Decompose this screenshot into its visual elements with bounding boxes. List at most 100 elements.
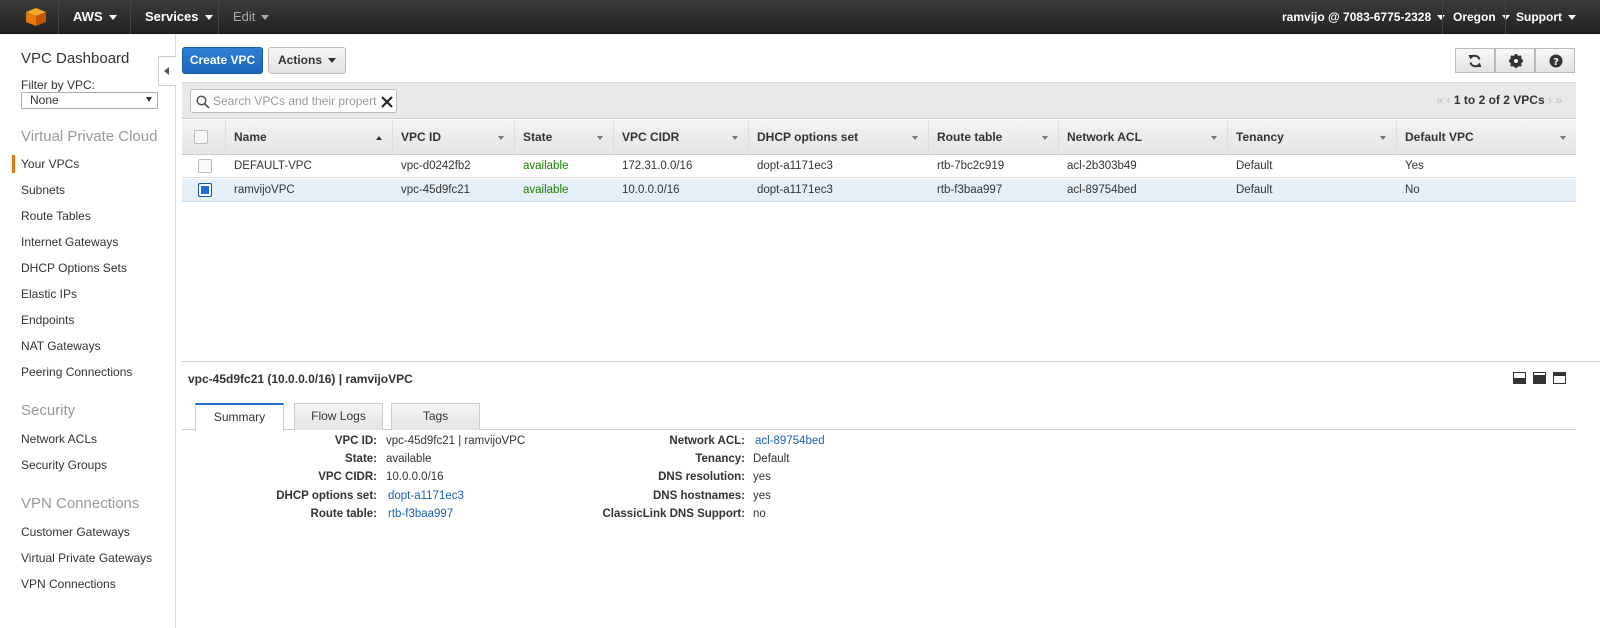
last-page-icon[interactable]: » xyxy=(1555,93,1562,107)
sidebar-item-vpn-connections[interactable]: VPN Connections xyxy=(21,577,116,591)
settings-button[interactable] xyxy=(1495,48,1535,73)
sidebar-item-subnets[interactable]: Subnets xyxy=(21,183,65,197)
cell-state: available xyxy=(523,160,569,172)
help-icon: ? xyxy=(1549,54,1563,68)
tab-flow-logs[interactable]: Flow Logs xyxy=(294,403,383,430)
label-dns-hostnames: DNS hostnames: xyxy=(652,490,745,502)
previous-page-icon[interactable]: ‹ xyxy=(1447,93,1451,107)
pagination-text: 1 to 2 of 2 VPCs xyxy=(1453,93,1545,107)
aws-cube-logo-icon[interactable] xyxy=(26,8,46,26)
sidebar-item-your-vpcs[interactable]: Your VPCs xyxy=(11,155,79,173)
support-menu[interactable]: Support xyxy=(1516,0,1576,34)
column-header-default-vpc[interactable]: Default VPC xyxy=(1397,120,1576,155)
nav-separator xyxy=(1505,0,1506,34)
account-menu[interactable]: ramvijo @ 7083-6775-2328 xyxy=(1282,0,1446,34)
sidebar-item-endpoints[interactable]: Endpoints xyxy=(21,313,74,327)
pane-maximize-icon[interactable] xyxy=(1553,372,1566,384)
create-vpc-button[interactable]: Create VPC xyxy=(182,47,263,74)
pane-bottom-half-icon[interactable] xyxy=(1533,372,1546,384)
sidebar-item-virtual-private-gateways[interactable]: Virtual Private Gateways xyxy=(21,551,152,565)
actions-button-label: Actions xyxy=(277,53,322,67)
value-classiclink-dns-support: no xyxy=(753,508,766,520)
first-page-icon[interactable]: « xyxy=(1437,93,1444,107)
clear-search-icon[interactable] xyxy=(381,96,393,108)
column-header-name[interactable]: Name xyxy=(226,120,393,155)
cell-default-vpc: Yes xyxy=(1405,160,1424,172)
column-label: Route table xyxy=(937,130,1003,144)
services-menu[interactable]: Services xyxy=(145,0,213,34)
collapse-sidebar-button[interactable] xyxy=(158,56,176,86)
sidebar: VPC Dashboard Filter by VPC: None Virtua… xyxy=(0,34,176,628)
nav-separator xyxy=(1442,0,1443,34)
sidebar-item-customer-gateways[interactable]: Customer Gateways xyxy=(21,525,130,539)
column-label: DHCP options set xyxy=(757,130,859,144)
chevron-down-icon xyxy=(204,15,213,21)
top-navigation-bar: AWS Services Edit ramvijo @ 7083-6775-23… xyxy=(0,0,1600,34)
link-dhcp-options-set[interactable]: dopt-a1171ec3 xyxy=(388,490,464,502)
link-route-table[interactable]: rtb-f3baa997 xyxy=(388,508,453,520)
filter-select-value: None xyxy=(30,93,59,107)
row-checkbox[interactable] xyxy=(198,159,212,173)
sidebar-item-elastic-ips[interactable]: Elastic IPs xyxy=(21,287,77,301)
column-header-network-acl[interactable]: Network ACL xyxy=(1059,120,1228,155)
edit-menu-label: Edit xyxy=(233,9,256,24)
section-vpn-connections: VPN Connections xyxy=(21,495,140,512)
column-header-route-table[interactable]: Route table xyxy=(929,120,1059,155)
column-label: Default VPC xyxy=(1405,130,1474,144)
column-header-dhcp-options-set[interactable]: DHCP options set xyxy=(749,120,929,155)
detail-pane-divider[interactable] xyxy=(182,361,1600,362)
cell-tenancy: Default xyxy=(1236,160,1273,172)
cell-name: ramvijoVPC xyxy=(234,184,295,196)
column-header-vpc-id[interactable]: VPC ID xyxy=(393,120,515,155)
link-network-acl[interactable]: acl-89754bed xyxy=(755,435,825,447)
table-row[interactable]: ramvijoVPC vpc-45d9fc21 available 10.0.0… xyxy=(182,179,1576,202)
table-row[interactable]: DEFAULT-VPC vpc-d0242fb2 available 172.3… xyxy=(182,155,1576,178)
cell-name: DEFAULT-VPC xyxy=(234,160,312,172)
cell-route-table: rtb-f3baa997 xyxy=(937,184,1003,196)
tab-summary[interactable]: Summary xyxy=(195,403,284,431)
cell-network-acl: acl-2b303b49 xyxy=(1067,160,1137,172)
sort-icon xyxy=(732,136,738,140)
column-label: State xyxy=(523,130,553,144)
sidebar-item-security-groups[interactable]: Security Groups xyxy=(21,458,107,472)
gear-icon xyxy=(1509,54,1523,68)
column-header-tenancy[interactable]: Tenancy xyxy=(1228,120,1397,155)
label-route-table: Route table: xyxy=(310,508,377,520)
sidebar-item-dhcp-options-sets[interactable]: DHCP Options Sets xyxy=(21,261,127,275)
help-button[interactable]: ? xyxy=(1535,48,1575,73)
cell-default-vpc: No xyxy=(1405,184,1420,196)
select-all-header xyxy=(182,120,226,155)
select-all-checkbox[interactable] xyxy=(194,130,208,144)
next-page-icon[interactable]: › xyxy=(1548,93,1552,107)
region-menu[interactable]: Oregon xyxy=(1453,0,1510,34)
label-dns-resolution: DNS resolution: xyxy=(658,471,745,483)
cell-vpc-id: vpc-45d9fc21 xyxy=(401,184,471,196)
sidebar-item-peering-connections[interactable]: Peering Connections xyxy=(21,365,132,379)
pane-bottom-small-icon[interactable] xyxy=(1513,372,1526,384)
sidebar-item-nat-gateways[interactable]: NAT Gateways xyxy=(21,339,101,353)
search-input[interactable] xyxy=(213,93,377,109)
vpc-dashboard-link[interactable]: VPC Dashboard xyxy=(21,50,129,67)
filter-by-vpc-select[interactable]: None xyxy=(21,92,158,109)
label-state: State: xyxy=(345,453,377,465)
region-menu-label: Oregon xyxy=(1453,10,1496,24)
filter-by-vpc-label: Filter by VPC: xyxy=(21,78,96,92)
sort-icon xyxy=(498,136,504,140)
sidebar-item-internet-gateways[interactable]: Internet Gateways xyxy=(21,235,118,249)
search-box xyxy=(190,89,397,113)
cell-network-acl: acl-89754bed xyxy=(1067,184,1137,196)
column-header-state[interactable]: State xyxy=(515,120,614,155)
sidebar-item-route-tables[interactable]: Route Tables xyxy=(21,209,91,223)
edit-menu[interactable]: Edit xyxy=(233,0,270,34)
pagination: « ‹ 1 to 2 of 2 VPCs › » xyxy=(1437,93,1562,107)
refresh-button[interactable] xyxy=(1455,48,1495,73)
sort-icon xyxy=(1560,136,1566,140)
row-checkbox[interactable] xyxy=(198,183,212,197)
sort-icon xyxy=(1042,136,1048,140)
actions-button[interactable]: Actions xyxy=(268,47,346,74)
column-header-vpc-cidr[interactable]: VPC CIDR xyxy=(614,120,749,155)
section-security: Security xyxy=(21,402,76,419)
aws-menu[interactable]: AWS xyxy=(73,0,117,34)
tab-tags[interactable]: Tags xyxy=(391,403,480,430)
sidebar-item-network-acls[interactable]: Network ACLs xyxy=(21,432,97,446)
